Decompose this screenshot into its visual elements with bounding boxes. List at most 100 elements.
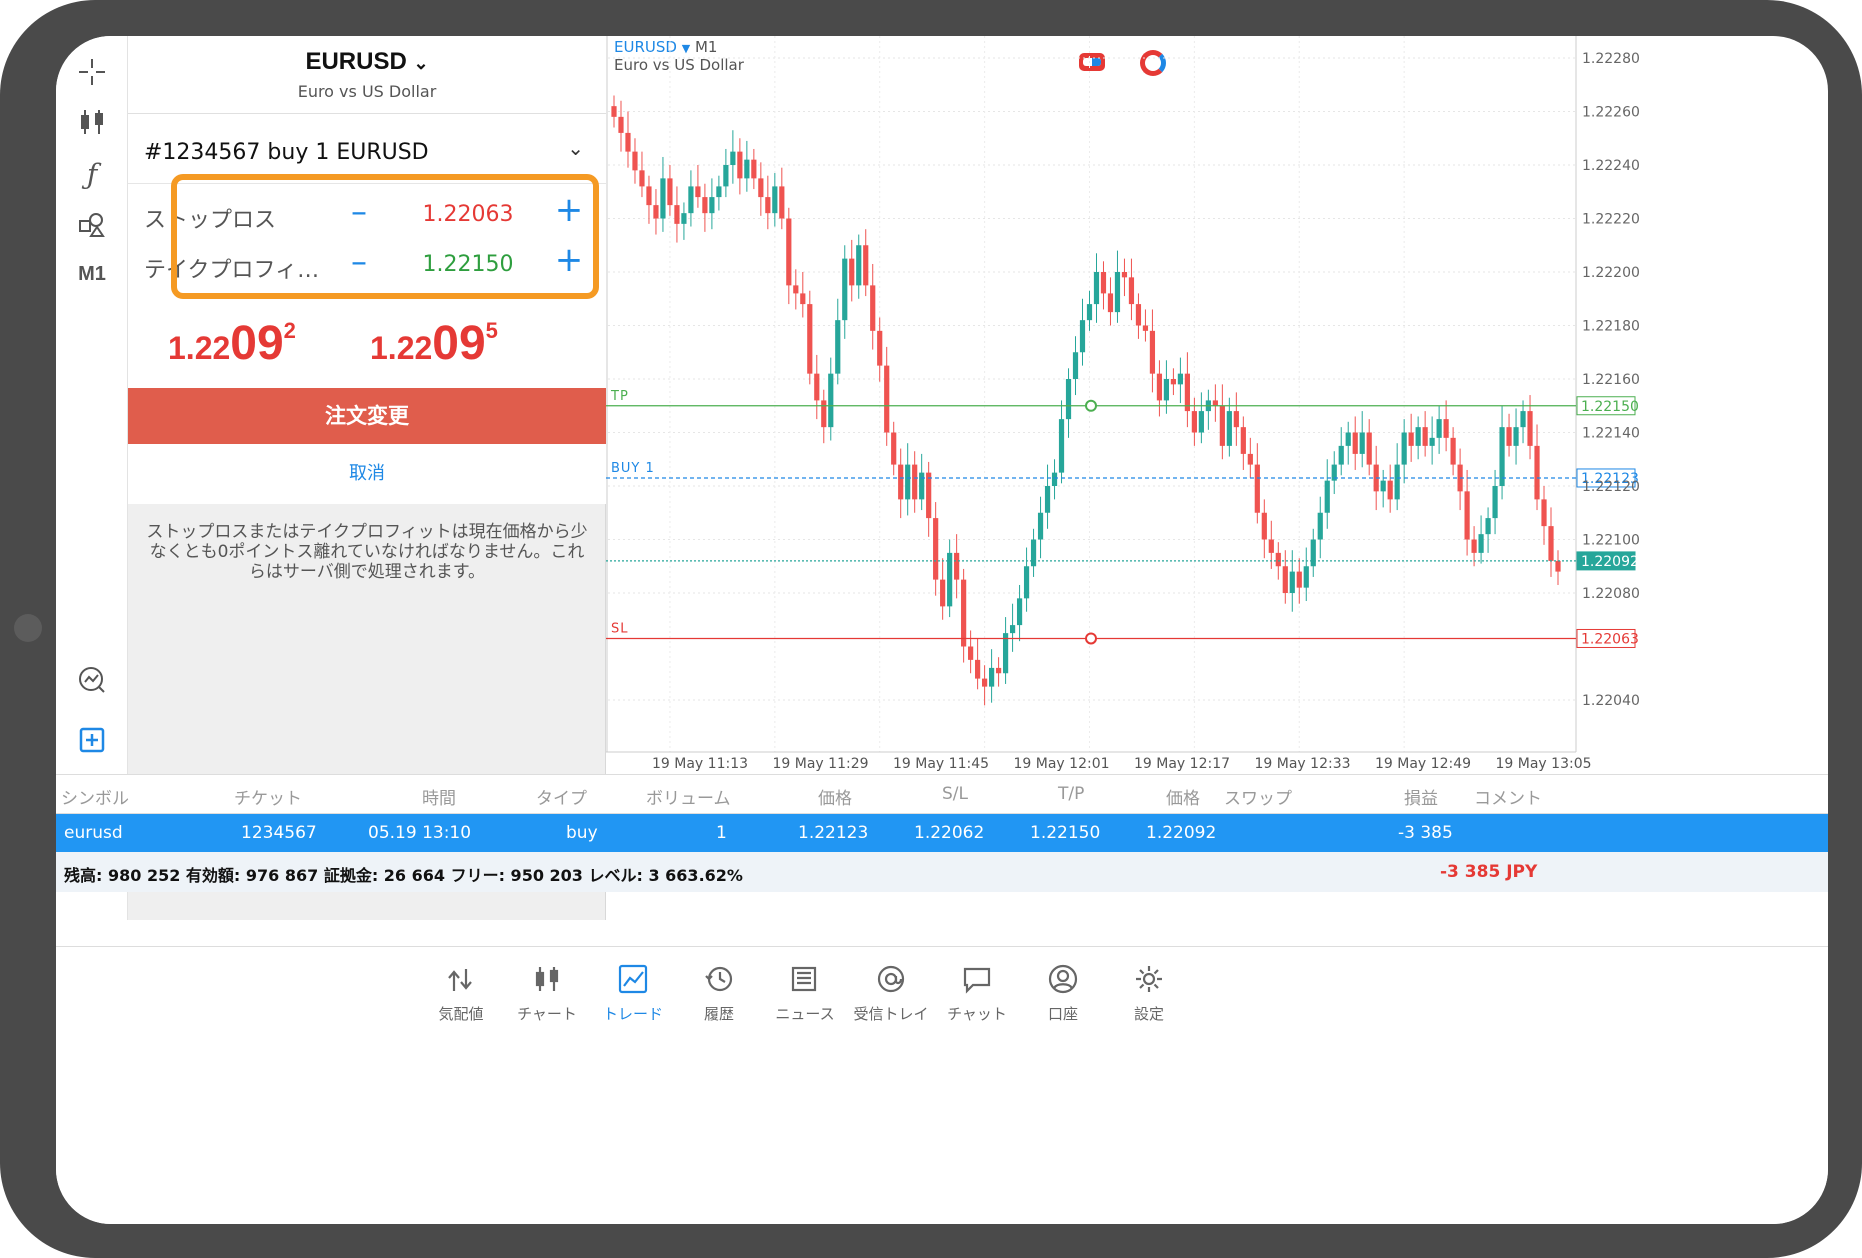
table-header: シンボル チケット 時間 タイプ ボリューム 価格 S/L T/P 価格 スワップ 損益 コメント [56, 774, 1828, 814]
candle-body [1002, 633, 1009, 674]
candle-body [667, 178, 673, 206]
candle-body [1135, 304, 1142, 326]
candle-body [1345, 432, 1351, 446]
candle-body [1387, 480, 1393, 500]
table-cell: 1.22062 [914, 823, 985, 843]
nav-item[interactable]: ニュース [760, 959, 850, 1024]
sltp-note: ストップロスまたはテイクプロフィットは現在価格から少なくとも0ポイントス離れてい… [146, 522, 588, 582]
candle-body [786, 218, 792, 286]
take-profit-increase-button[interactable]: + [552, 240, 586, 280]
price-tick-label: 1.22220 [1582, 212, 1640, 228]
nav-item[interactable]: 口座 [1018, 959, 1108, 1024]
take-profit-label: テイクプロフィ… [144, 258, 320, 283]
nav-item[interactable]: トレード [588, 959, 678, 1024]
tp-drag-handle [1085, 399, 1097, 412]
nav-item[interactable]: チャート [502, 959, 592, 1024]
candle-body [849, 258, 855, 286]
candle-body [1023, 566, 1030, 599]
candle-body [1338, 445, 1344, 465]
candle-body [1212, 400, 1218, 406]
candle-body [891, 432, 897, 465]
order-selector-label: #1234567 buy 1 EURUSD [144, 140, 429, 165]
take-profit-value[interactable]: 1.22150 [398, 252, 538, 277]
candle-body [912, 464, 918, 500]
candle-body [793, 285, 799, 294]
price-tick-label: 1.22180 [1582, 319, 1640, 335]
new-order-icon[interactable] [70, 718, 114, 762]
candle-body [863, 245, 869, 286]
candle-body [940, 579, 946, 607]
candle-body [1268, 539, 1274, 553]
bottom-navigation: 気配値 チャート トレード 履歴 ニュース 受信トレイ チャット 口座 設定 [56, 946, 1828, 1224]
nav-label: チャート [517, 1005, 577, 1023]
candle-body [1128, 277, 1135, 305]
candle-body [1394, 464, 1400, 500]
crosshair-icon[interactable] [70, 50, 114, 94]
candle-body [1072, 352, 1079, 379]
positions-table: シンボル チケット 時間 タイプ ボリューム 価格 S/L T/P 価格 スワップ 損益 コメント e… [56, 774, 1828, 950]
current-price-label: 1.22092 [1581, 554, 1639, 570]
modify-order-button[interactable]: 注文変更 [128, 388, 606, 444]
candle-body [1555, 560, 1561, 572]
candle-body [919, 472, 925, 500]
candle-body [856, 245, 862, 286]
trade-icon [588, 959, 678, 999]
candle-body [611, 106, 617, 117]
objects-icon[interactable] [70, 202, 114, 246]
candle-body [772, 186, 778, 214]
candle-body [1275, 552, 1281, 567]
table-row[interactable]: eurusd 1234567 05.19 13:10 buy 1 1.22123 1.220… [56, 814, 1828, 852]
candle-body [646, 186, 652, 206]
timeframe-label[interactable]: M1 [70, 252, 114, 296]
price-chart[interactable]: EURUSD ▼ M1 Euro vs US Dollar TP 1.22150 B… [606, 36, 1828, 786]
candle-body [884, 365, 890, 433]
candlestick-icon[interactable] [70, 100, 114, 144]
candle-body [926, 472, 932, 519]
candle-body [1177, 373, 1183, 385]
nav-item[interactable]: チャット [932, 959, 1022, 1024]
candle-body [1198, 411, 1204, 433]
candle-body [1044, 486, 1051, 513]
analytics-icon[interactable] [70, 658, 114, 702]
candle-body [835, 320, 841, 374]
table-cell: 1.22092 [1146, 823, 1217, 843]
candle-body [1142, 325, 1149, 331]
candle-body [1233, 411, 1239, 428]
stop-loss-label: ストップロス [144, 208, 277, 233]
table-cell: -3 385 [1398, 823, 1453, 843]
order-selector[interactable]: #1234567 buy 1 EURUSD ⌄ [128, 114, 606, 184]
stop-loss-increase-button[interactable]: + [552, 190, 586, 230]
take-profit-decrease-button[interactable]: – [344, 242, 374, 280]
candle-body [744, 159, 750, 179]
candle-body [1422, 427, 1428, 446]
candle-body [1100, 272, 1107, 294]
candle-body [1478, 534, 1484, 553]
candle-body [681, 213, 687, 224]
stop-loss-decrease-button[interactable]: – [344, 192, 374, 230]
candle-body [1464, 491, 1470, 540]
candle-body [1156, 373, 1163, 401]
candle-body [639, 170, 645, 187]
nav-item[interactable]: 受信トレイ [846, 959, 936, 1024]
price-tick-label: 1.22160 [1582, 372, 1640, 388]
candle-body [1310, 539, 1316, 567]
cancel-button[interactable]: 取消 [128, 444, 606, 504]
candle-body [1492, 486, 1498, 519]
price-tick-label: 1.22260 [1582, 105, 1640, 121]
sltp-editor: ストップロス – 1.22063 + テイクプロフィ… – 1.22150 + [128, 184, 606, 308]
indicators-icon[interactable]: ƒ [70, 152, 114, 196]
column-header: 価格 [1166, 789, 1200, 809]
candle-body [653, 205, 659, 219]
symbol-header[interactable]: EURUSD ⌄ Euro vs US Dollar [128, 36, 606, 114]
candle-body [1352, 432, 1358, 454]
candle-body [814, 373, 820, 401]
candle-body [1114, 272, 1121, 313]
nav-label: 設定 [1133, 1005, 1164, 1023]
time-tick-label: 19 May 11:45 [893, 756, 990, 772]
nav-item[interactable]: 設定 [1104, 959, 1194, 1024]
stop-loss-value[interactable]: 1.22063 [398, 202, 538, 227]
candle-body [618, 116, 624, 133]
time-tick-label: 19 May 12:49 [1375, 756, 1472, 772]
nav-item[interactable]: 履歴 [674, 959, 764, 1024]
nav-item[interactable]: 気配値 [416, 959, 506, 1024]
